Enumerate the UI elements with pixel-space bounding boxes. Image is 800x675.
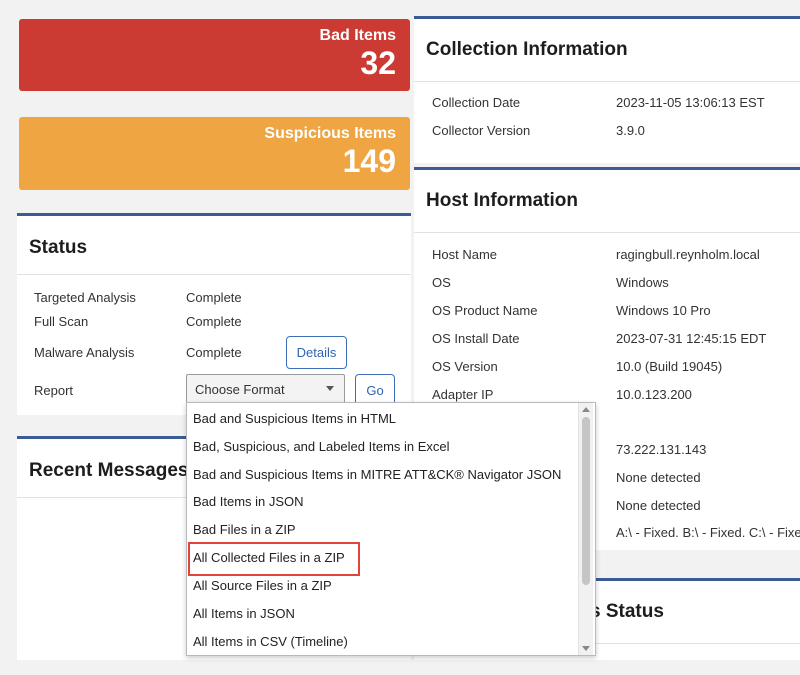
report-option-all-source-zip[interactable]: All Source Files in a ZIP	[193, 578, 332, 593]
host-value-public-ip: 73.222.131.143	[616, 442, 707, 457]
os-version-value: 10.0 (Build 19045)	[616, 359, 723, 374]
scroll-up-icon[interactable]	[582, 407, 590, 412]
report-option-bad-zip[interactable]: Bad Files in a ZIP	[193, 522, 296, 537]
details-button[interactable]: Details	[286, 336, 347, 369]
host-value-none-2: None detected	[616, 498, 701, 513]
status-value-fullscan: Complete	[186, 314, 242, 329]
dropdown-scrollbar[interactable]	[578, 403, 593, 655]
host-info-title: Host Information	[426, 190, 578, 211]
report-option-all-csv[interactable]: All Items in CSV (Timeline)	[193, 634, 348, 649]
adapter-ip-label: Adapter IP	[432, 387, 494, 402]
report-format-select-label: Choose Format	[195, 381, 285, 397]
report-format-select[interactable]: Choose Format	[186, 374, 345, 404]
status-value-targeted: Complete	[186, 290, 242, 305]
status-value-malware: Complete	[186, 345, 242, 360]
collection-date-value: 2023-11-05 13:06:13 EST	[616, 95, 765, 110]
report-option-all-collected-zip[interactable]: All Collected Files in a ZIP	[188, 542, 360, 576]
highlight-box	[188, 542, 360, 576]
status-title: Status	[29, 237, 88, 258]
host-name-label: Host Name	[432, 247, 498, 262]
dropdown-scroll-thumb[interactable]	[582, 417, 590, 585]
collection-info-divider	[414, 81, 800, 82]
recent-messages-title: Recent Messages	[29, 460, 189, 481]
os-install-date-label: OS Install Date	[432, 331, 520, 346]
os-product-name-value: Windows 10 Pro	[616, 303, 711, 318]
scroll-down-icon[interactable]	[582, 646, 590, 651]
suspicious-items-card[interactable]: Suspicious Items 149	[19, 117, 410, 190]
chevron-down-icon	[326, 386, 334, 391]
suspicious-items-label: Suspicious Items	[264, 125, 396, 142]
os-product-name-label: OS Product Name	[432, 303, 538, 318]
host-value-drives: A:\ - Fixed. B:\ - Fixed. C:\ - Fixe	[616, 525, 800, 540]
report-format-dropdown[interactable]: Bad and Suspicious Items in HTML Bad, Su…	[186, 402, 596, 656]
collection-info-panel: Collection Information Collection Date 2…	[414, 16, 800, 163]
os-label: OS	[432, 275, 451, 290]
host-info-divider	[414, 232, 800, 233]
os-install-date-value: 2023-07-31 12:45:15 EDT	[616, 331, 767, 346]
adapter-ip-value: 10.0.123.200	[616, 387, 692, 402]
report-option-all-json[interactable]: All Items in JSON	[193, 606, 295, 621]
collector-version-value: 3.9.0	[616, 123, 645, 138]
status-label-malware: Malware Analysis	[34, 345, 135, 360]
status-label-targeted: Targeted Analysis	[34, 290, 136, 305]
report-option-mitre[interactable]: Bad and Suspicious Items in MITRE ATT&CK…	[193, 467, 561, 482]
report-option-excel[interactable]: Bad, Suspicious, and Labeled Items in Ex…	[193, 439, 450, 454]
os-version-label: OS Version	[432, 359, 498, 374]
collection-date-label: Collection Date	[432, 95, 521, 110]
os-value: Windows	[616, 275, 669, 290]
bad-items-count: 32	[360, 45, 396, 81]
status-label-report: Report	[34, 383, 74, 398]
status-panel-right-title: s Status	[590, 601, 664, 622]
suspicious-items-count: 149	[342, 143, 396, 179]
bad-items-label: Bad Items	[319, 27, 396, 44]
host-name-value: ragingbull.reynholm.local	[616, 247, 760, 262]
status-label-fullscan: Full Scan	[34, 314, 89, 329]
report-option-bad-json[interactable]: Bad Items in JSON	[193, 494, 304, 509]
status-panel: Status Targeted Analysis Complete Full S…	[17, 213, 411, 415]
collection-info-title: Collection Information	[426, 39, 628, 60]
report-option-html[interactable]: Bad and Suspicious Items in HTML	[193, 411, 396, 426]
bad-items-card[interactable]: Bad Items 32	[19, 19, 410, 91]
collector-version-label: Collector Version	[432, 123, 531, 138]
host-value-none-1: None detected	[616, 470, 701, 485]
status-divider	[17, 274, 411, 275]
